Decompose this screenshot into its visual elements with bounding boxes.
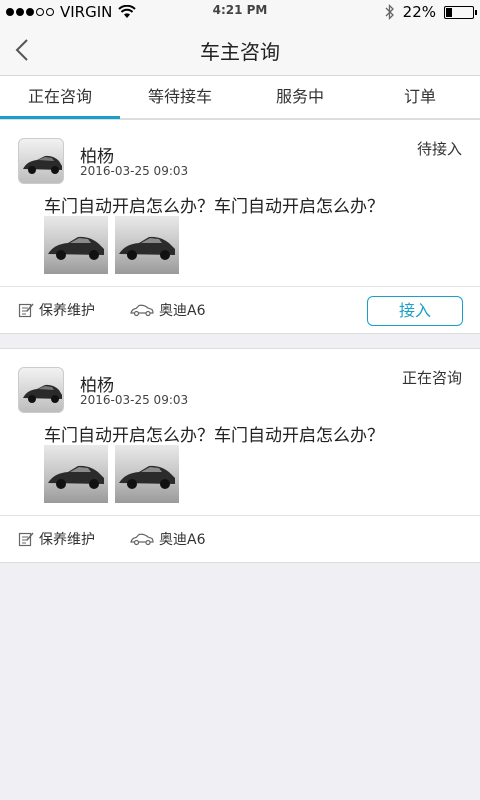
status-badge: 待接入 (416, 140, 462, 158)
nav-bar: 车主咨询 (0, 24, 480, 76)
timestamp: 2016-03-25 09:03 (80, 164, 189, 178)
avatar (18, 138, 64, 184)
car-photo[interactable] (44, 445, 108, 503)
car-icon (130, 533, 154, 546)
divider (0, 286, 480, 287)
service-label: 保养维护 (39, 303, 95, 319)
tab-waiting-pickup[interactable]: 等待接车 (120, 76, 240, 118)
question-text: 车门自动开启怎么办？车门自动开启怎么办？ (44, 426, 384, 446)
edit-note-icon (18, 532, 34, 547)
status-right: 22% (385, 3, 477, 21)
avatar (18, 367, 64, 413)
status-badge: 正在咨询 (401, 369, 462, 387)
tab-orders[interactable]: 订单 (360, 76, 480, 118)
battery-icon (444, 5, 477, 19)
question-text: 车门自动开启怎么办？车门自动开启怎么办？ (44, 197, 384, 217)
car-model: 奥迪A6 (130, 529, 205, 549)
tab-bar: 正在咨询 等待接车 服务中 订单 (0, 76, 480, 119)
car-icon (130, 304, 154, 317)
car-photo[interactable] (44, 216, 108, 274)
divider (0, 515, 480, 516)
bluetooth-icon (385, 4, 394, 20)
car-model: 奥迪A6 (130, 300, 205, 320)
tab-in-service[interactable]: 服务中 (240, 76, 360, 118)
car-label: 奥迪A6 (159, 303, 206, 319)
battery-percent: 22% (402, 3, 436, 21)
consultation-card[interactable]: 柏杨 2016-03-25 09:03 正在咨询 车门自动开启怎么办？车门自动开… (0, 348, 480, 563)
car-label: 奥迪A6 (159, 532, 206, 548)
accept-button[interactable]: 接入 (367, 296, 463, 326)
page-title: 车主咨询 (200, 40, 280, 64)
status-bar: VIRGIN 4:21 PM 22% (0, 0, 480, 24)
service-type: 保养维护 (18, 300, 95, 320)
edit-note-icon (18, 303, 34, 318)
service-label: 保养维护 (39, 532, 95, 548)
consultation-card[interactable]: 柏杨 2016-03-25 09:03 待接入 车门自动开启怎么办？车门自动开启… (0, 119, 480, 334)
tab-consulting[interactable]: 正在咨询 (0, 76, 120, 119)
car-photo[interactable] (115, 216, 179, 274)
timestamp: 2016-03-25 09:03 (80, 393, 189, 407)
service-type: 保养维护 (18, 529, 95, 549)
car-photo[interactable] (115, 445, 179, 503)
